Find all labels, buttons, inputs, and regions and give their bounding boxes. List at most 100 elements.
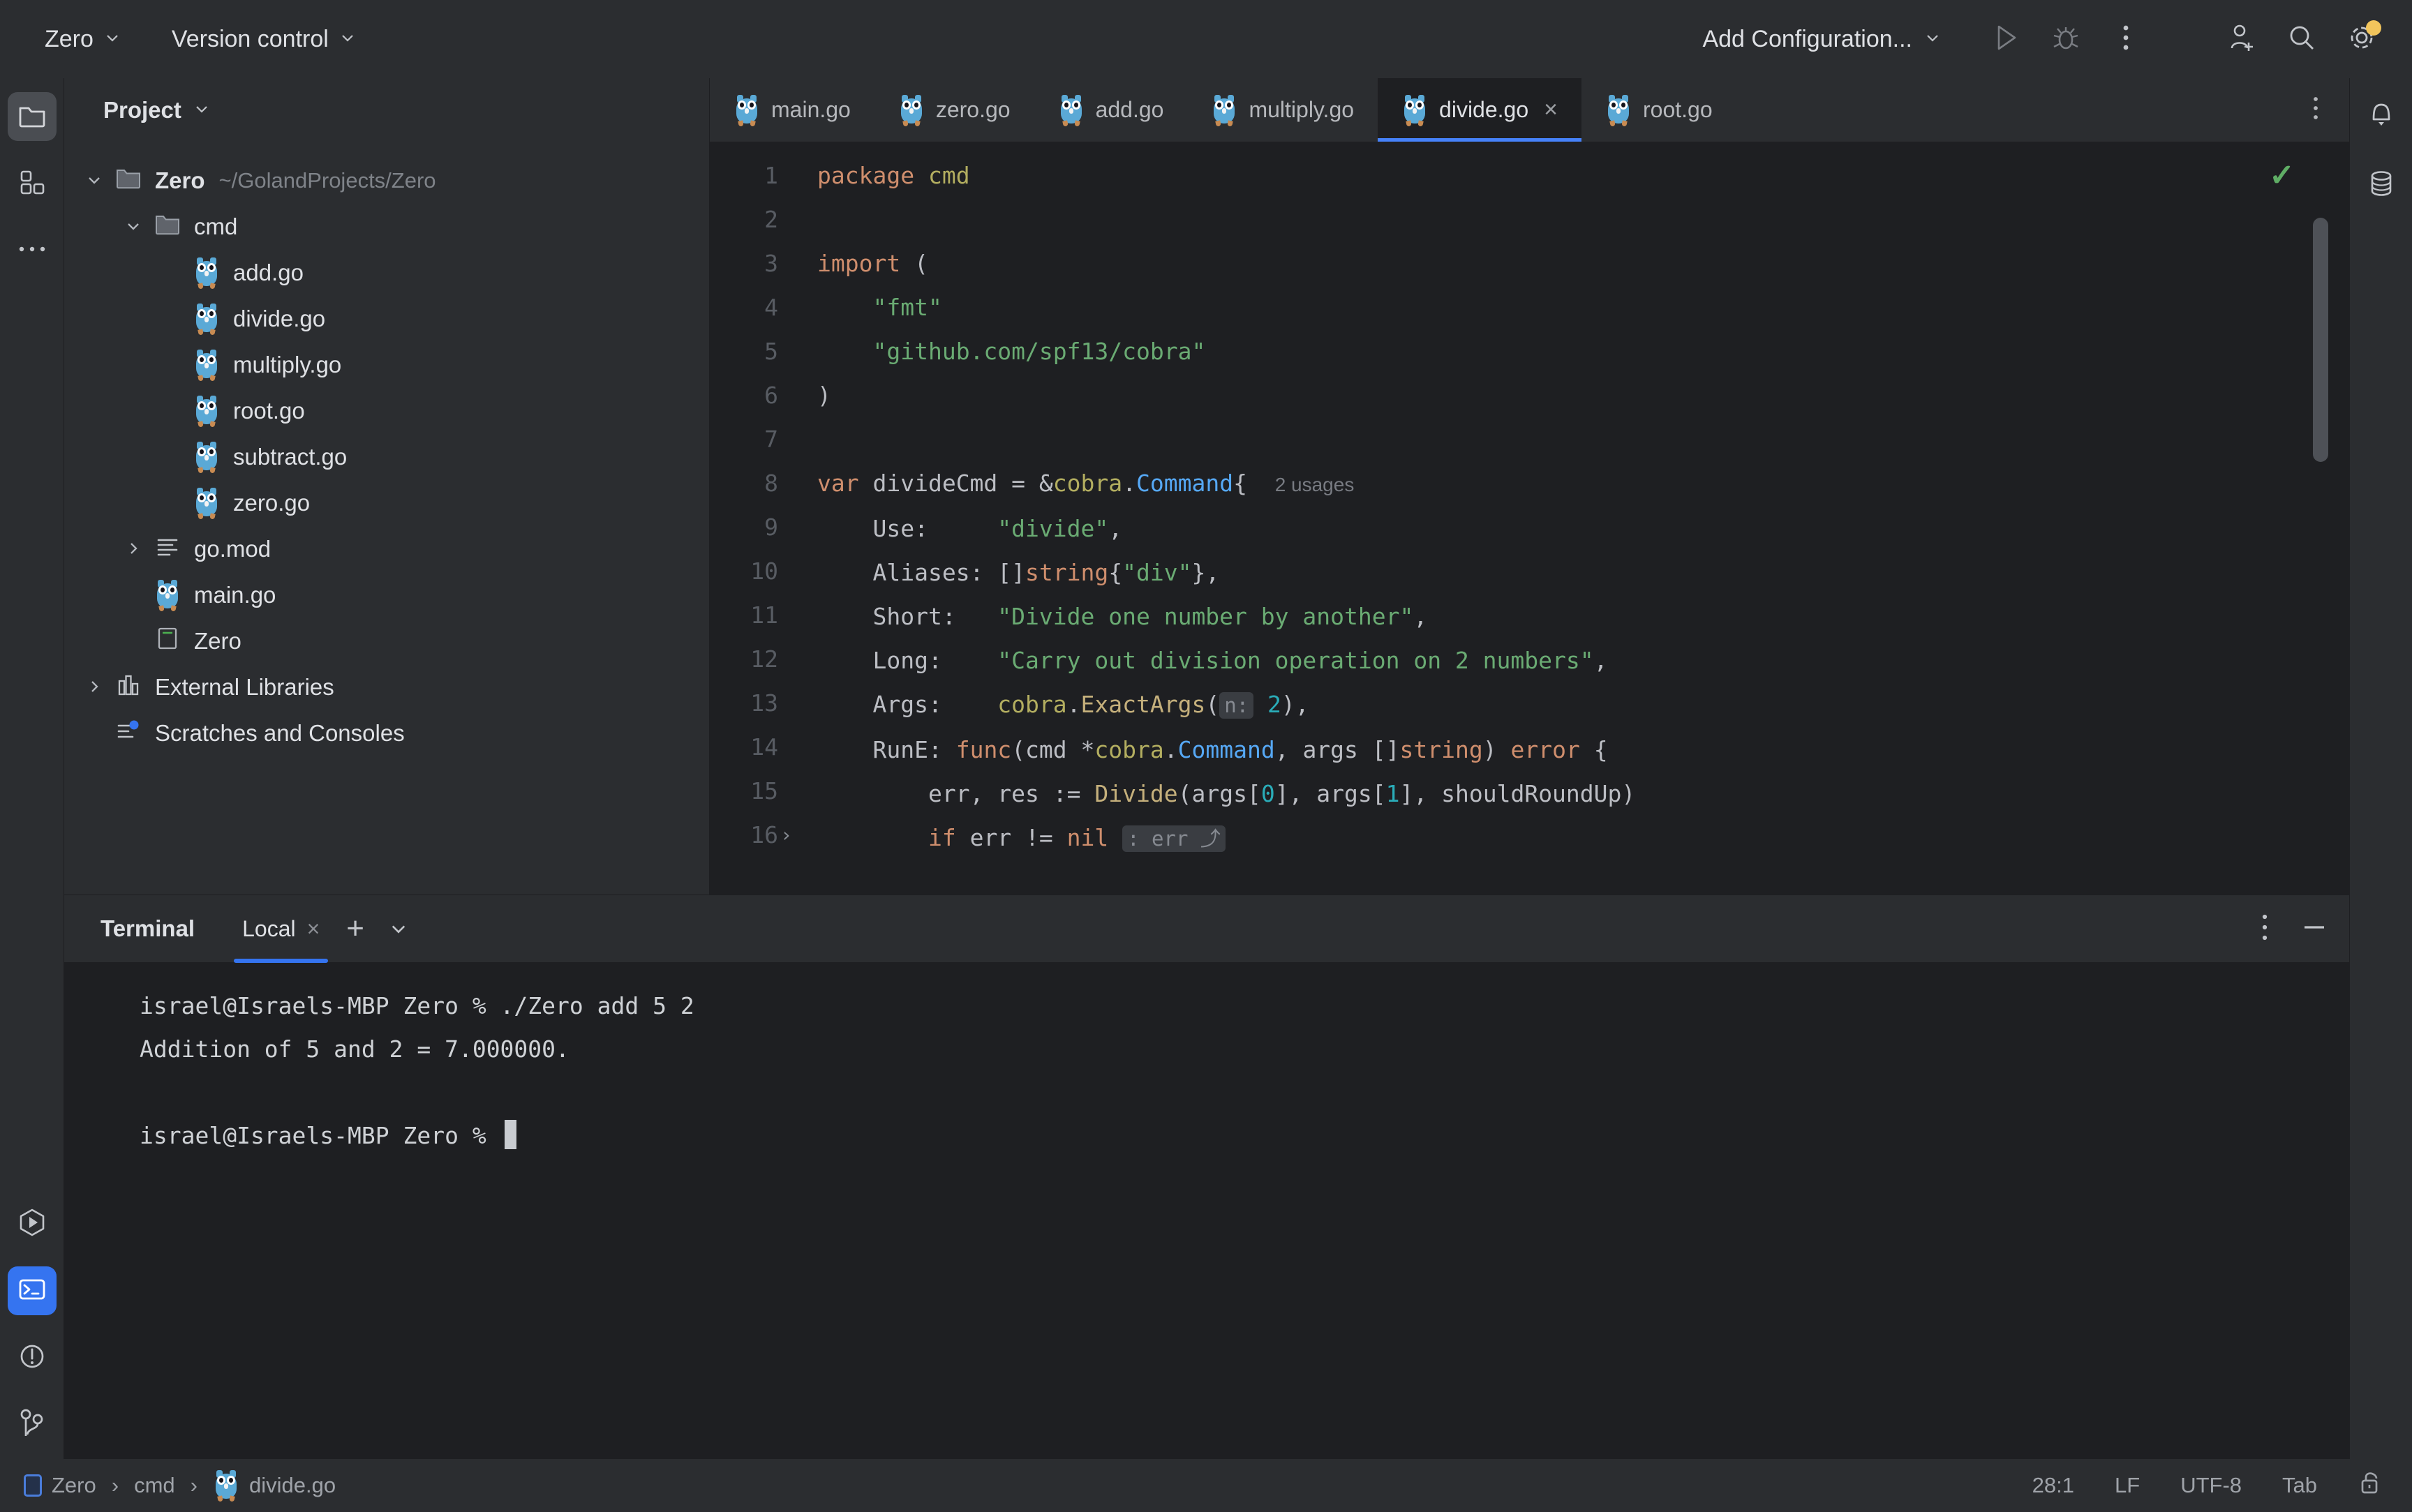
debug-button[interactable] (2039, 13, 2092, 66)
chevron-right-icon[interactable] (125, 536, 142, 562)
settings-button[interactable] (2335, 13, 2388, 66)
run-hex-icon (17, 1207, 47, 1241)
tree-node-label: root.go (233, 398, 305, 424)
tree-node[interactable]: Scratches and Consoles (64, 710, 709, 756)
go-file-icon (1605, 94, 1632, 127)
project-menu-button[interactable]: Zero (35, 19, 130, 60)
run-button[interactable] (1979, 13, 2032, 66)
chevron-down-icon[interactable] (125, 214, 142, 240)
sidebar-item-git[interactable] (8, 1400, 57, 1449)
editor-tab[interactable]: multiply.go (1187, 78, 1378, 142)
tree-node[interactable]: zero.go (64, 480, 709, 526)
terminal-output[interactable]: israel@Israels-MBP Zero % ./Zero add 5 2… (64, 962, 2349, 1459)
usages-hint[interactable]: 2 usages (1275, 474, 1355, 495)
folder-icon (155, 212, 180, 241)
new-session-icon[interactable]: + (346, 913, 364, 944)
inspection-status-icon[interactable]: ✓ (2269, 158, 2295, 193)
chevron-down-icon[interactable] (194, 101, 209, 117)
left-tool-stripe (0, 78, 64, 1459)
sidebar-item-notifications[interactable] (2357, 91, 2406, 140)
tree-node[interactable]: go.mod (64, 526, 709, 572)
terminal-cursor (504, 1120, 516, 1149)
breadcrumb-item[interactable]: divide.go (213, 1469, 336, 1502)
editor-tab[interactable]: add.go (1034, 78, 1188, 142)
tree-node[interactable]: main.go (64, 572, 709, 618)
sidebar-item-problems[interactable] (8, 1333, 57, 1382)
go-file-icon (193, 257, 220, 290)
editor-tabs-more-button[interactable] (2282, 78, 2349, 142)
ellipsis-icon (17, 244, 47, 257)
editor-tab-bar: main.go zero.go add.go multiply.go divide.go… (710, 78, 2349, 142)
center-column: Project Zero ~/GolandProjects/Zero cmd add.… (64, 78, 2349, 1459)
tree-node[interactable]: divide.go (64, 296, 709, 342)
terminal-title: Terminal (100, 915, 195, 941)
editor-tab[interactable]: divide.go × (1378, 78, 1581, 142)
minimize-icon[interactable] (2300, 913, 2328, 945)
more-vertical-icon[interactable] (2261, 913, 2268, 945)
terminal-icon (17, 1274, 47, 1308)
chevron-down-icon[interactable] (86, 167, 103, 194)
tree-node[interactable]: subtract.go (64, 434, 709, 480)
breadcrumb-item[interactable]: cmd (134, 1473, 175, 1498)
database-icon (2367, 168, 2396, 202)
version-control-menu-button[interactable]: Version control (162, 19, 365, 60)
run-configuration-selector[interactable]: Add Configuration... (1691, 19, 1951, 60)
editor-tab[interactable]: main.go (710, 78, 874, 142)
fold-marker-icon[interactable]: › (780, 813, 792, 857)
tree-node[interactable]: multiply.go (64, 342, 709, 388)
go-file-icon (1401, 94, 1428, 127)
warning-circle-icon (17, 1341, 47, 1375)
run-configuration-label: Add Configuration... (1702, 25, 1912, 52)
line-number: 2 (764, 206, 778, 233)
indent-setting[interactable]: Tab (2282, 1473, 2317, 1498)
editor-vertical-scrollbar[interactable] (2313, 218, 2328, 462)
chevron-down-icon (105, 30, 120, 45)
file-encoding[interactable]: UTF-8 (2180, 1473, 2242, 1498)
more-actions-button[interactable] (2099, 13, 2152, 66)
status-bar-right: 28:1 LF UTF-8 Tab (2032, 1469, 2384, 1502)
version-control-menu-label: Version control (171, 25, 329, 52)
chevron-down-icon[interactable] (389, 920, 405, 935)
breadcrumb-item[interactable]: Zero (24, 1473, 96, 1498)
terminal-session-label: Local (242, 915, 296, 941)
line-separator[interactable]: LF (2115, 1473, 2140, 1498)
go-file-icon (193, 303, 220, 336)
sidebar-item-run[interactable] (8, 1199, 57, 1248)
go-file-icon (193, 395, 220, 428)
sidebar-item-more[interactable] (8, 226, 57, 275)
tree-node[interactable]: root.go (64, 388, 709, 434)
code-viewport[interactable]: ✓ 1 2 3 4 5 6 7 8 9 10 11 12 13 14 15 16 › package cmd i… (710, 142, 2349, 895)
close-icon[interactable]: × (307, 916, 320, 942)
terminal-session-tab-local[interactable]: Local × (234, 898, 329, 963)
tree-node-path: ~/GolandProjects/Zero (218, 168, 436, 193)
editor-tab-label: add.go (1095, 97, 1164, 122)
tree-node[interactable]: cmd (64, 204, 709, 250)
chevron-right-icon[interactable] (86, 674, 103, 701)
go-file-icon (193, 349, 220, 382)
sidebar-item-terminal[interactable] (7, 1266, 57, 1315)
caret-position[interactable]: 28:1 (2032, 1473, 2074, 1498)
project-menu-label: Zero (45, 25, 94, 52)
go-file-icon (1211, 94, 1237, 127)
right-tool-stripe (2349, 78, 2412, 1459)
unlocked-icon[interactable] (2358, 1469, 2384, 1502)
add-user-button[interactable] (2215, 13, 2268, 66)
sidebar-item-structure[interactable] (8, 159, 57, 208)
tree-node[interactable]: Zero (64, 618, 709, 664)
editor-tab[interactable]: root.go (1581, 78, 1736, 142)
terminal-line: Addition of 5 and 2 = 7.000000. (140, 1035, 570, 1063)
search-button[interactable] (2275, 13, 2328, 66)
tree-node[interactable]: Zero ~/GolandProjects/Zero (64, 158, 709, 204)
go-file-icon (1058, 94, 1085, 127)
tree-node[interactable]: External Libraries (64, 664, 709, 710)
line-number: 11 (750, 601, 778, 629)
tree-node[interactable]: add.go (64, 250, 709, 296)
sidebar-item-project[interactable] (7, 92, 57, 141)
close-icon[interactable]: × (1544, 96, 1558, 123)
folded-code-hint[interactable]: : err ⤴ (1122, 825, 1226, 852)
sidebar-item-database[interactable] (2357, 160, 2406, 209)
line-number: 9 (764, 514, 778, 541)
editor-tab[interactable]: zero.go (874, 78, 1034, 142)
status-bar: Zero › cmd › divide.go 28:1 LF UTF-8 Tab (0, 1459, 2412, 1512)
settings-badge-icon (2366, 20, 2381, 36)
